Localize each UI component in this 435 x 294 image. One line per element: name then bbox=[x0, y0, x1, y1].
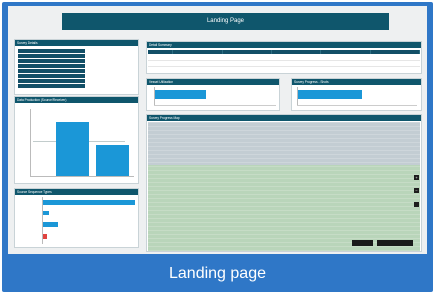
table-cell bbox=[148, 60, 173, 67]
detail-row bbox=[18, 64, 85, 68]
survey-details-header: Survey Details bbox=[15, 40, 138, 46]
map-grid bbox=[148, 122, 420, 251]
detail-summary-panel: Detail Summary bbox=[146, 41, 422, 74]
production-axis bbox=[30, 109, 31, 177]
detail-summary-header: Detail Summary bbox=[147, 42, 421, 48]
dashboard-screen: Landing Page Survey Details Data Product… bbox=[8, 6, 427, 254]
detail-row bbox=[18, 79, 85, 83]
detail-row bbox=[18, 54, 85, 58]
table-cell bbox=[370, 60, 420, 67]
detail-row bbox=[18, 84, 85, 88]
data-production-header: Data Production (Source/Receiver) bbox=[15, 97, 138, 103]
map-button[interactable] bbox=[352, 240, 373, 246]
fullscreen-icon[interactable] bbox=[414, 202, 419, 207]
source-sequence-panel: Source Sequence Types bbox=[14, 188, 139, 248]
utilization-baseline bbox=[154, 105, 276, 106]
survey-progress-baseline bbox=[297, 105, 417, 106]
production-bar bbox=[96, 145, 129, 176]
survey-progress-bar bbox=[298, 90, 362, 99]
caption: Landing page bbox=[169, 265, 266, 282]
map-button[interactable] bbox=[377, 240, 413, 246]
survey-details-panel: Survey Details bbox=[14, 39, 139, 95]
production-baseline bbox=[30, 176, 134, 177]
table-row bbox=[148, 60, 420, 67]
sequence-bar bbox=[43, 211, 49, 215]
summary-table bbox=[148, 50, 421, 67]
zoom-in-icon[interactable]: + bbox=[414, 175, 419, 180]
zoom-out-icon[interactable]: − bbox=[414, 188, 419, 193]
sequence-bar bbox=[43, 200, 135, 205]
survey-map-header: Survey Progress Map bbox=[147, 115, 421, 121]
survey-progress-panel: Survey Progress - Shots bbox=[291, 78, 422, 111]
detail-row bbox=[18, 69, 85, 73]
page-title: Landing Page bbox=[62, 13, 389, 30]
survey-map-panel: Survey Progress Map + − bbox=[146, 114, 422, 252]
vessel-utilization-panel: Vessel Utilization bbox=[146, 78, 280, 111]
map-canvas[interactable]: + − bbox=[148, 122, 420, 251]
detail-row bbox=[18, 59, 85, 63]
source-sequence-header: Source Sequence Types bbox=[15, 189, 138, 195]
utilization-bar bbox=[155, 90, 206, 99]
vessel-utilization-header: Vessel Utilization bbox=[147, 79, 279, 85]
detail-row bbox=[18, 49, 85, 53]
detail-row bbox=[18, 74, 85, 78]
screenshot-frame: Landing Page Survey Details Data Product… bbox=[2, 2, 433, 292]
data-production-panel: Data Production (Source/Receiver) bbox=[14, 96, 139, 184]
sequence-bar bbox=[43, 222, 58, 227]
sequence-bar bbox=[43, 234, 47, 239]
production-bar bbox=[56, 122, 89, 176]
survey-progress-header: Survey Progress - Shots bbox=[292, 79, 421, 85]
table-cell bbox=[222, 60, 272, 67]
table-cell bbox=[271, 60, 321, 67]
table-cell bbox=[172, 60, 223, 67]
table-cell bbox=[320, 60, 371, 67]
